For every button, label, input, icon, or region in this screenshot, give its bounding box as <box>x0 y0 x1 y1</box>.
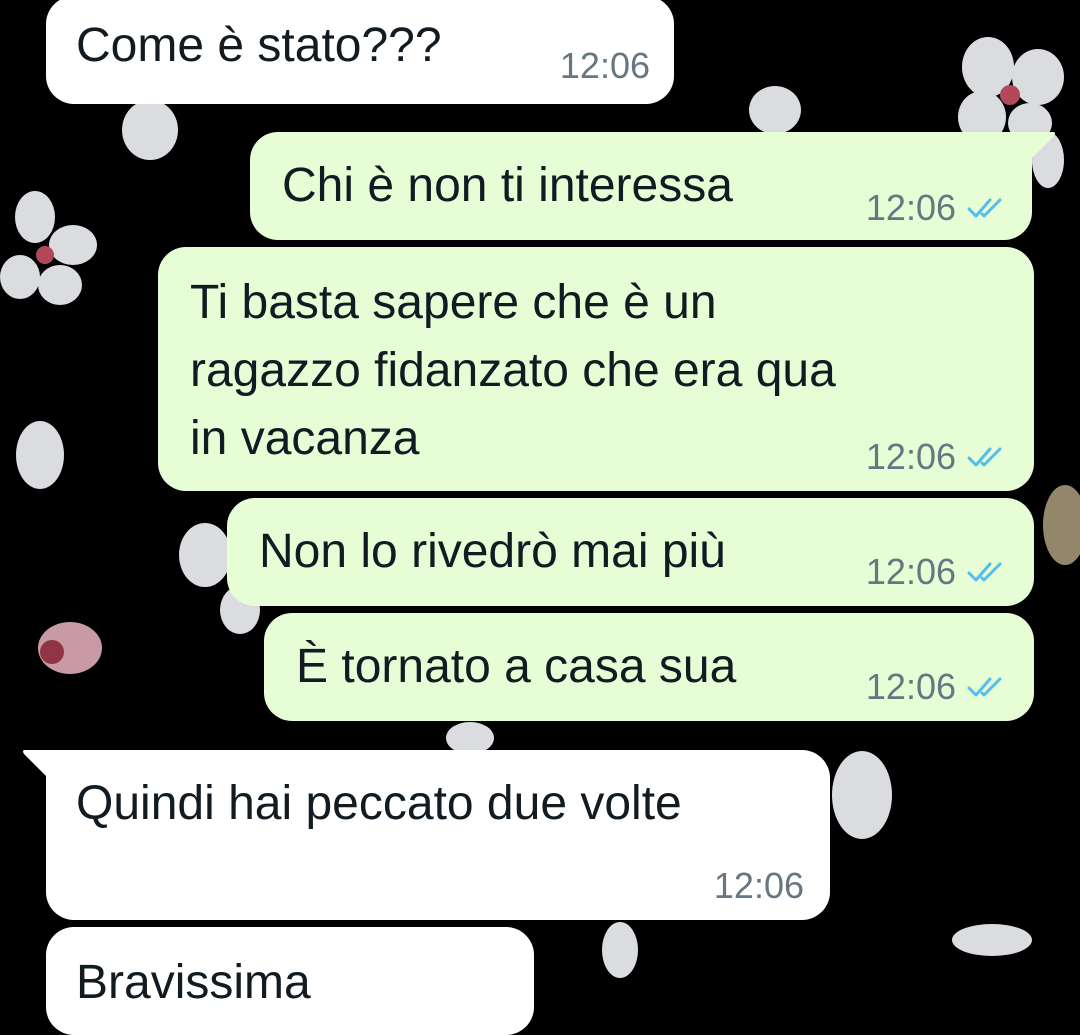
message-text: Chi è non ti interessa <box>282 159 733 212</box>
bubble-tail <box>23 750 48 778</box>
petal-decoration <box>122 100 178 160</box>
message-bubble-incoming[interactable]: Bravissima <box>46 927 534 1035</box>
message-meta: 12:06 <box>560 46 650 86</box>
message-bubble-incoming[interactable]: Quindi hai peccato due volte 12:06 <box>46 750 830 920</box>
bubble-tail <box>1030 132 1055 160</box>
petal-decoration <box>749 86 801 134</box>
message-timestamp: 12:06 <box>713 865 804 906</box>
petal-decoration <box>952 924 1032 956</box>
petal-decoration <box>1043 485 1080 565</box>
flower-decoration <box>0 191 97 305</box>
message-text: Non lo rivedrò mai più <box>259 525 726 578</box>
message-text: Bravissima <box>76 956 311 1009</box>
petal-decoration <box>602 922 638 978</box>
double-check-icon <box>967 562 1002 582</box>
petal-decoration <box>16 421 64 489</box>
flower-decoration <box>38 622 102 674</box>
double-check-icon <box>967 198 1002 218</box>
message-meta: 12:06 <box>866 437 1006 477</box>
message-meta: 12:06 <box>714 866 804 906</box>
message-bubble-incoming[interactable]: Come è stato??? 12:06 <box>46 0 674 104</box>
message-bubble-outgoing[interactable]: Chi è non ti interessa 12:06 <box>250 132 1032 240</box>
message-text: Quindi hai peccato due volte <box>76 777 682 830</box>
message-bubble-outgoing[interactable]: È tornato a casa sua 12:06 <box>264 613 1034 721</box>
flower-decoration <box>958 37 1064 143</box>
message-text: Ti basta sapere che è un ragazzo fidanza… <box>190 276 836 465</box>
message-timestamp: 12:06 <box>559 45 650 86</box>
message-meta: 12:06 <box>866 188 1006 228</box>
message-timestamp: 12:06 <box>865 666 956 707</box>
message-timestamp: 12:06 <box>865 436 956 477</box>
message-meta: 12:06 <box>866 667 1006 707</box>
message-meta: 12:06 <box>866 552 1006 592</box>
message-text: È tornato a casa sua <box>296 640 737 693</box>
petal-decoration <box>832 751 892 839</box>
message-timestamp: 12:06 <box>865 187 956 228</box>
chat-screen: { "messages": [ { "direction": "incoming… <box>0 0 1080 1035</box>
double-check-icon <box>967 447 1002 467</box>
double-check-icon <box>967 677 1002 697</box>
message-timestamp: 12:06 <box>865 551 956 592</box>
petal-decoration <box>179 523 231 587</box>
message-text: Come è stato??? <box>76 19 442 72</box>
message-bubble-outgoing[interactable]: Ti basta sapere che è un ragazzo fidanza… <box>158 247 1034 491</box>
message-bubble-outgoing[interactable]: Non lo rivedrò mai più 12:06 <box>227 498 1034 606</box>
